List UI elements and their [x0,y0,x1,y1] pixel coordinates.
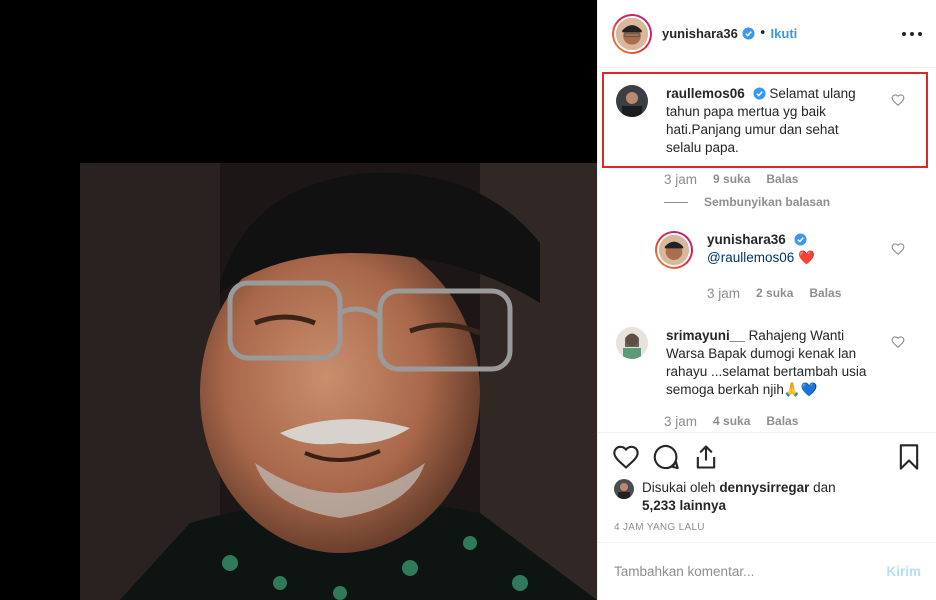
post-comment-button[interactable]: Kirim [886,564,921,579]
comment-input[interactable] [614,564,887,579]
hide-replies-button[interactable]: Sembunyikan balasan [664,195,830,209]
comment-username[interactable]: raullemos06 [666,86,745,101]
action-icons [612,443,923,471]
likes-others-count[interactable]: 5,233 lainnya [642,498,726,513]
reply-like-heart-icon[interactable] [891,242,905,256]
reply-item: yunishara36 @raullemos06 ❤️ [655,231,877,269]
comment-body: raullemos06 Selamat ulang tahun papa mer… [666,85,876,157]
post-header: yunishara36 • Ikuti [598,0,936,68]
likes-joiner: dan [813,480,836,495]
comment-item: raullemos06 Selamat ulang tahun papa mer… [616,85,876,157]
post-media-pane [0,0,597,600]
hide-replies-label: Sembunyikan balasan [704,195,831,209]
commenter-avatar[interactable] [616,85,648,117]
post-actions: Disukai oleh dennysirregar dan 5,233 lai… [598,432,936,542]
post-photo[interactable] [80,163,597,600]
reply-meta: 3 jam 2 suka Balas [707,286,841,301]
more-options-icon[interactable] [902,31,922,36]
comment-reply-button[interactable]: Balas [766,414,798,429]
bookmark-icon[interactable] [895,443,923,471]
separator-dot: • [758,26,767,41]
verified-badge-icon [794,233,807,246]
liker-avatar[interactable] [614,479,634,499]
comment-time[interactable]: 3 jam [664,414,697,429]
comment-like-count[interactable]: 4 suka [713,414,750,429]
post-sidebar: yunishara36 • Ikuti raullemos06 Selamat … [597,0,936,600]
reply-body: yunishara36 @raullemos06 ❤️ [707,231,877,269]
likes-prefix: Disukai oleh [642,480,716,495]
comment-like-heart-icon[interactable] [891,335,905,349]
comment-body: srimayuni__ Rahajeng Wanti Warsa Bapak d… [666,327,876,399]
heart-emoji: ❤️ [798,250,815,265]
comment-like-heart-icon[interactable] [891,93,905,107]
verified-badge-icon [753,87,766,100]
liker-username[interactable]: dennysirregar [719,480,809,495]
reply-mention[interactable]: @raullemos06 [707,250,794,265]
comment-icon[interactable] [652,443,680,471]
comment-reply-button[interactable]: Balas [766,172,798,187]
comment-meta: 3 jam 9 suka Balas [664,172,798,187]
comment-like-count[interactable]: 9 suka [713,172,750,187]
reply-time[interactable]: 3 jam [707,286,740,301]
follow-button[interactable]: Ikuti [771,26,798,41]
comment-username[interactable]: srimayuni__ [666,328,745,343]
comment-meta: 3 jam 4 suka Balas [664,414,798,429]
reply-avatar[interactable] [655,231,693,269]
likes-summary: Disukai oleh dennysirregar dan 5,233 lai… [614,479,872,515]
author-avatar-image [616,17,648,50]
commenter-avatar[interactable] [616,327,648,359]
author-avatar[interactable] [612,13,652,54]
add-comment-bar: Kirim [598,542,936,600]
post-timestamp[interactable]: 4 JAM YANG LALU [614,522,705,533]
reply-reply-button[interactable]: Balas [809,286,841,301]
verified-badge-icon [742,27,755,40]
comments-list[interactable]: raullemos06 Selamat ulang tahun papa mer… [598,69,936,431]
author-username[interactable]: yunishara36 [662,26,738,41]
reply-username[interactable]: yunishara36 [707,232,786,247]
comment-time[interactable]: 3 jam [664,172,697,187]
heart-icon[interactable] [612,443,640,471]
comment-item: srimayuni__ Rahajeng Wanti Warsa Bapak d… [616,327,876,399]
share-icon[interactable] [692,443,720,471]
reply-like-count[interactable]: 2 suka [756,286,793,301]
hide-replies-line [664,201,688,203]
post-photo-illustration [80,163,597,600]
